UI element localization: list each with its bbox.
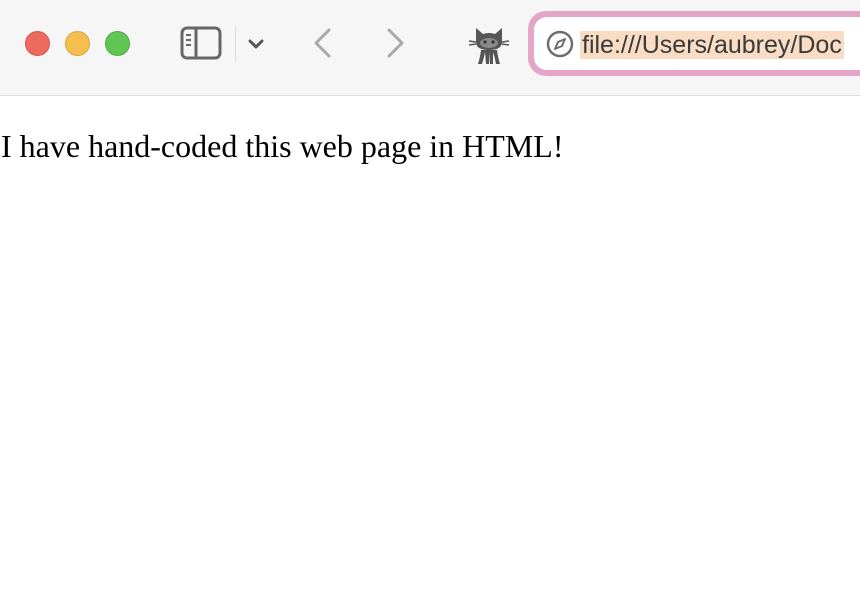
browser-toolbar: file:///Users/aubrey/Doc	[0, 0, 860, 96]
zoom-window-button[interactable]	[105, 31, 130, 56]
page-body-text: I have hand-coded this web page in HTML!	[1, 128, 564, 164]
chevron-down-icon[interactable]	[246, 34, 266, 54]
compass-icon	[546, 30, 574, 58]
minimize-window-button[interactable]	[65, 31, 90, 56]
sidebar-icon[interactable]	[180, 26, 222, 60]
github-octocat-icon[interactable]	[468, 22, 510, 66]
address-bar[interactable]: file:///Users/aubrey/Doc	[534, 17, 860, 70]
address-bar-focus-ring: file:///Users/aubrey/Doc	[528, 11, 860, 76]
toolbar-divider	[235, 26, 236, 62]
browser-window: file:///Users/aubrey/Doc I have hand-cod…	[0, 0, 860, 590]
address-url-text[interactable]: file:///Users/aubrey/Doc	[580, 31, 844, 59]
back-arrow-icon[interactable]	[310, 26, 336, 60]
close-window-button[interactable]	[25, 31, 50, 56]
forward-arrow-icon[interactable]	[382, 26, 408, 60]
